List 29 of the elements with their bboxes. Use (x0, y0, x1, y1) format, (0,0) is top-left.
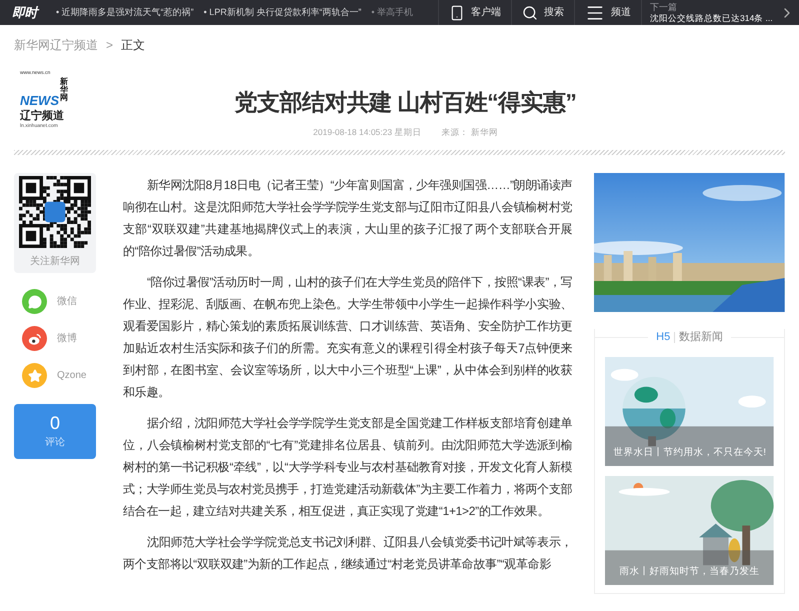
headline-link[interactable]: • 近期降雨多是强对流天气“惹的祸” (56, 6, 194, 20)
toolbar-button[interactable]: 频道 (574, 0, 641, 25)
next-label: 下一篇 (650, 2, 678, 12)
headline-link[interactable]: • 举高手机 (371, 6, 413, 20)
article-title: 党支部结对共建 山村百姓“得实惠” (234, 88, 576, 117)
article-source: 来源： 新华网 (441, 126, 498, 138)
publish-date: 2019-08-18 14:05:23 星期日 (313, 126, 422, 138)
logo-name: 新华网 (60, 78, 69, 102)
card-caption: 雨水丨好雨知时节，当春乃发生 (618, 564, 761, 579)
article-paragraph: 据介绍，沈阳师范大学社会学学院学生党支部是全国党建工作样板支部培育创建单位，八会镇榆树村党支部的“七有”党建排名位居县、镇前列。由沈阳师范大学选派到榆树村的第一书记积极“牵线”，以“大学学科专业与农村基础教育对接，开发文化育人新模式；大学师生党员与农村党员携手，打造党建活动新载体”为主要工作着力，将两个支部结合在一起，建立结对共建关系，相互促进，真正实现了党建“1+1>2”的工作效果。 (122, 415, 572, 520)
breadcrumb-current: 正文 (121, 37, 146, 54)
qr-caption: 关注新华网 (30, 254, 80, 269)
card-caption: 世界水日丨节约用水，不只在今天! (612, 446, 767, 460)
toolbar-button[interactable]: 搜索 (511, 0, 574, 25)
logo-mark: NEWS (20, 94, 59, 107)
app-logo[interactable]: 即时 (12, 2, 56, 22)
comment-label: 评论 (44, 436, 65, 450)
breadcrumb-separator: > (106, 37, 114, 54)
article-paragraph: 沈阳师范大学社会学学院党总支书记刘利群、辽阳县八会镇党委书记叶斌等表示，两个支部将以“双联双建”为新的工作起点，继续通过“村老党员讲革命故事”“观革命影 (122, 534, 572, 573)
h5-tag: H5 (656, 329, 670, 345)
article-paragraph: 新华网沈阳8月18日电（记者王莹）“少年富则国富，少年强则国强……”朗朗诵读声响彻在山村。这是沈阳师范大学社会学学院学生党支部与辽阳市辽阳县八会镇榆树村党支部“双联双建”共建基地揭牌仪式上的表演，大山里的孩子汇报了两个支部联合开展的“陪你过暑假”活动成果。 (122, 177, 572, 260)
headline-link[interactable]: • LPR新机制 央行促贷款利率“两轨合一” (204, 6, 362, 20)
next-article-link[interactable]: 下一篇 沈阳公交线路总数已达314条 ... (641, 0, 799, 25)
panel-title: 数据新闻 (679, 330, 724, 345)
toolbar-button[interactable]: 客户端 (438, 0, 511, 25)
article-paragraph: “陪你过暑假”活动历时一周，山村的孩子们在大学生党员的陪伴下，按照“课表”，写作业、捏彩泥、刮版画、在帆布兜上染色。大学生带领中小学生一起操作科学小实验、观看爱国影片，精心策划的素质拓展训练营、口才训练营、英语角、安全防护工作坊更加贴近农村生活实际和孩子们的所需。充实有意义的课程引得全村孩子每天7点钟便来到村部，在图书室、会议室等场所，以大中小三个班型“上课”，从中体会到别样的收获和乐趣。 (122, 274, 572, 401)
logo-channel: 辽宁频道 (20, 111, 65, 122)
comment-count: 0 (50, 414, 60, 432)
next-title: 沈阳公交线路总数已达314条 ... (650, 12, 773, 24)
